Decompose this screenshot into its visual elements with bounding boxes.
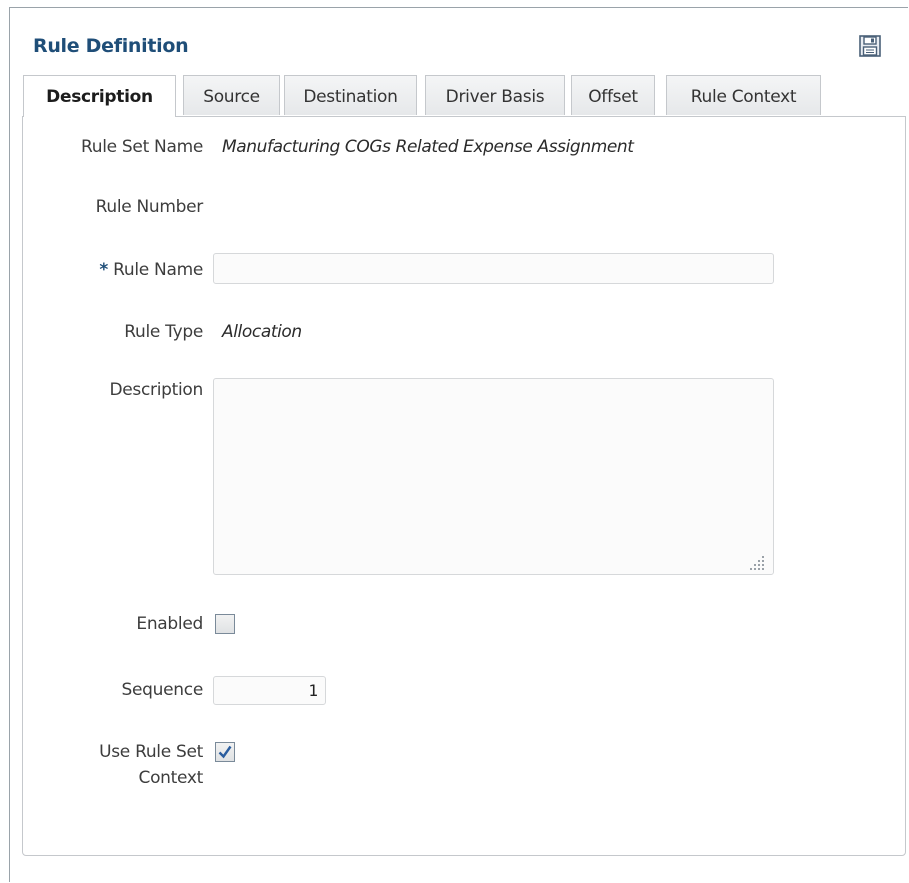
tab-driver-basis[interactable]: Driver Basis (425, 75, 565, 115)
use-rule-set-context-label-line1: Use Rule Set (99, 742, 203, 762)
sequence-label: Sequence (121, 680, 204, 700)
resize-grip-icon[interactable] (743, 553, 767, 571)
description-textarea[interactable] (213, 378, 774, 575)
rule-name-label: * Rule Name (30, 257, 203, 283)
required-marker: * (99, 260, 109, 280)
tab-destination[interactable]: Destination (284, 75, 417, 115)
rule-number-label: Rule Number (95, 197, 204, 217)
enabled-label: Enabled (136, 614, 203, 634)
tab-source[interactable]: Source (183, 75, 280, 115)
use-rule-set-context-label: Use Rule Set Context (30, 739, 203, 791)
tab-rule-context[interactable]: Rule Context (666, 75, 821, 115)
checkmark-icon (218, 745, 232, 759)
save-icon (859, 35, 881, 57)
use-rule-set-context-checkbox[interactable] (215, 742, 235, 762)
save-button[interactable] (858, 34, 882, 58)
enabled-checkbox[interactable] (215, 614, 235, 634)
tab-offset[interactable]: Offset (571, 75, 655, 115)
page-title: Rule Definition (33, 35, 189, 57)
rule-type-label: Rule Type (124, 322, 203, 342)
sequence-input[interactable]: 1 (213, 676, 326, 705)
use-rule-set-context-label-line2: Context (138, 768, 204, 788)
rule-type-value: Allocation (222, 322, 302, 342)
tab-description[interactable]: Description (23, 75, 176, 117)
description-label: Description (109, 380, 203, 400)
rule-name-input[interactable] (213, 253, 774, 284)
rule-set-name-label: Rule Set Name (81, 137, 203, 157)
rule-set-name-value: Manufacturing COGs Related Expense Assig… (222, 137, 634, 157)
rule-name-label-text: Rule Name (113, 260, 203, 280)
